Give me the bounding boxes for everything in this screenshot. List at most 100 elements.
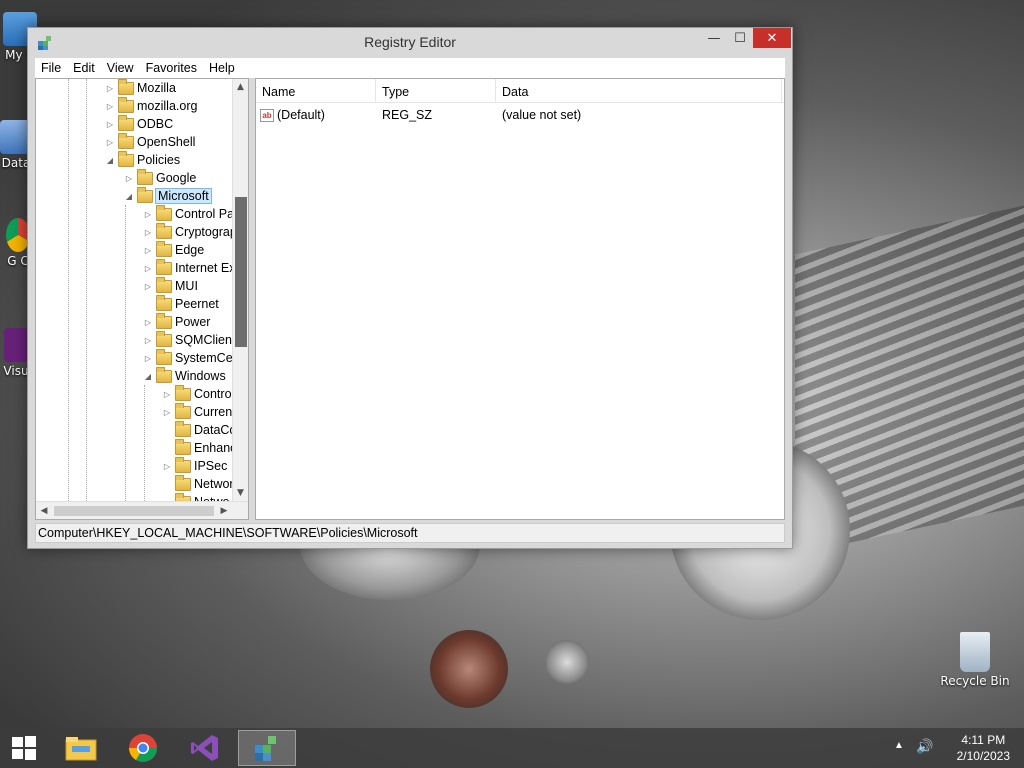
file-explorer-taskbar-button[interactable] xyxy=(52,730,110,766)
tree-expander-icon[interactable]: ▷ xyxy=(161,462,173,471)
tree-expander-icon[interactable]: ▷ xyxy=(104,120,116,129)
scroll-left-arrow-icon[interactable]: ◀ xyxy=(36,502,52,519)
tree-node[interactable]: DataCo xyxy=(161,420,232,439)
scroll-down-arrow-icon[interactable]: ▼ xyxy=(233,485,248,501)
registry-editor-icon xyxy=(255,736,276,761)
tree-node-label: Contro xyxy=(194,387,232,401)
desktop-icon-visual-studio[interactable]: Visu xyxy=(2,328,30,378)
values-list-pane[interactable]: Name Type Data ab (Default) REG_SZ (value… xyxy=(255,78,785,520)
value-row-default[interactable]: ab (Default) REG_SZ (value not set) xyxy=(256,105,784,125)
chrome-taskbar-button[interactable] xyxy=(114,730,172,766)
scroll-up-arrow-icon[interactable]: ▲ xyxy=(233,79,248,95)
tree-node[interactable]: ▷ Cryptograp xyxy=(142,222,232,241)
tree-node-label: Peernet xyxy=(175,297,219,311)
menu-file[interactable]: File xyxy=(35,61,67,75)
menu-edit[interactable]: Edit xyxy=(67,61,101,75)
tree-expander-icon[interactable]: ▷ xyxy=(123,174,135,183)
tree-expander-icon[interactable]: ▷ xyxy=(142,354,154,363)
registry-tree-pane[interactable]: ▷ Mozilla ▷ mozilla.org ▷ ODBC ▷ OpenShell ◢ Poli… xyxy=(35,78,249,520)
desktop-icon-label: Recycle Bin xyxy=(940,674,1010,688)
tree-node-label: IPSec xyxy=(194,459,228,473)
tree-node-label: Enhanc xyxy=(194,441,232,455)
tree-expander-icon[interactable]: ▷ xyxy=(142,246,154,255)
column-header-name[interactable]: Name xyxy=(256,79,376,102)
minimize-icon: — xyxy=(707,30,721,46)
tree-node[interactable]: ▷ ODBC xyxy=(104,114,173,133)
tree-expander-icon[interactable]: ▷ xyxy=(161,408,173,417)
tree-expander-icon[interactable]: ▷ xyxy=(142,336,154,345)
tree-node[interactable]: ▷ mozilla.org xyxy=(104,96,198,115)
folder-icon xyxy=(156,294,172,311)
tree-expander-icon[interactable]: ▷ xyxy=(142,264,154,273)
tree-node[interactable]: ◢ Policies xyxy=(104,150,180,169)
tree-vertical-scroll-thumb[interactable] xyxy=(235,197,247,347)
windows-logo-icon xyxy=(12,736,36,760)
registry-editor-window[interactable]: Registry Editor — ☐ ✕ File Edit View Fav… xyxy=(27,27,793,549)
column-header-data[interactable]: Data xyxy=(496,79,782,102)
maximize-button[interactable]: ☐ xyxy=(727,28,753,48)
tree-node[interactable]: ▷ Internet Ex xyxy=(142,258,232,277)
registry-editor-taskbar-button[interactable] xyxy=(238,730,296,766)
tree-guide-line xyxy=(144,385,145,501)
tree-vertical-scrollbar[interactable]: ▲ ▼ xyxy=(232,79,248,501)
tree-expander-icon[interactable]: ◢ xyxy=(123,192,135,201)
tree-node[interactable]: ▷ Contro xyxy=(161,384,232,403)
menu-favorites[interactable]: Favorites xyxy=(140,61,203,75)
tree-node[interactable]: Peernet xyxy=(142,294,219,313)
tree-node[interactable]: ▷ IPSec xyxy=(161,456,228,475)
show-hidden-icons-icon[interactable]: ▲ xyxy=(894,740,904,751)
tree-expander-icon[interactable]: ▷ xyxy=(142,210,154,219)
tree-node-label: Networ xyxy=(194,477,232,491)
folder-icon xyxy=(156,204,172,221)
column-header-type[interactable]: Type xyxy=(376,79,496,102)
tree-node[interactable]: Networ xyxy=(161,474,232,493)
folder-icon xyxy=(156,348,172,365)
tree-node[interactable]: ▷ MUI xyxy=(142,276,198,295)
start-button[interactable] xyxy=(0,728,48,768)
tree-node[interactable]: ▷ OpenShell xyxy=(104,132,195,151)
folder-icon xyxy=(156,330,172,347)
tree-horizontal-scrollbar[interactable]: ◀ ▶ xyxy=(36,501,248,519)
tree-expander-icon[interactable]: ▷ xyxy=(161,390,173,399)
tree-node[interactable]: ▷ SystemCer xyxy=(142,348,232,367)
volume-icon[interactable]: 🔊 xyxy=(916,738,933,755)
tree-node[interactable]: ◢ Windows xyxy=(142,366,226,385)
tree-node[interactable]: ▷ Power xyxy=(142,312,210,331)
tree-expander-icon[interactable]: ▷ xyxy=(142,228,154,237)
value-type: REG_SZ xyxy=(382,108,433,122)
tree-node[interactable]: ◢ Microsoft xyxy=(123,186,212,205)
tree-node[interactable]: ▷ Mozilla xyxy=(104,79,176,97)
tree-node-label: Microsoft xyxy=(155,188,212,204)
menu-view[interactable]: View xyxy=(101,61,140,75)
close-button[interactable]: ✕ xyxy=(753,28,791,48)
tree-node[interactable]: ▷ Control Pa xyxy=(142,204,232,223)
editor-content: ▷ Mozilla ▷ mozilla.org ▷ ODBC ▷ OpenShell ◢ Poli… xyxy=(35,78,785,520)
folder-icon xyxy=(118,79,134,95)
tree-node[interactable]: Netwo xyxy=(161,492,229,501)
title-bar[interactable]: Registry Editor — ☐ ✕ xyxy=(28,28,792,58)
menu-help[interactable]: Help xyxy=(203,61,241,75)
tree-expander-icon[interactable]: ▷ xyxy=(142,282,154,291)
tree-node[interactable]: ▷ SQMClient xyxy=(142,330,232,349)
tree-expander-icon[interactable]: ◢ xyxy=(142,372,154,381)
clock-time: 4:11 PM xyxy=(961,733,1006,747)
visual-studio-taskbar-button[interactable] xyxy=(176,730,234,766)
tree-node[interactable]: ▷ Edge xyxy=(142,240,204,259)
tree-horizontal-scroll-thumb[interactable] xyxy=(54,506,214,516)
minimize-button[interactable]: — xyxy=(701,28,727,48)
tree-node-label: mozilla.org xyxy=(137,99,198,113)
tree-expander-icon[interactable]: ◢ xyxy=(104,156,116,165)
tree-expander-icon[interactable]: ▷ xyxy=(104,102,116,111)
tree-expander-icon[interactable]: ▷ xyxy=(104,138,116,147)
tree-node-label: Internet Ex xyxy=(175,261,232,275)
tree-expander-icon[interactable]: ▷ xyxy=(142,318,154,327)
tree-node[interactable]: Enhanc xyxy=(161,438,232,457)
tree-node[interactable]: ▷ Current xyxy=(161,402,232,421)
tree-node-label: Control Pa xyxy=(175,207,232,221)
folder-icon xyxy=(175,474,191,491)
tree-node[interactable]: ▷ Google xyxy=(123,168,196,187)
tree-expander-icon[interactable]: ▷ xyxy=(104,84,116,93)
scroll-right-arrow-icon[interactable]: ▶ xyxy=(216,502,232,519)
clock[interactable]: 4:11 PM 2/10/2023 xyxy=(957,732,1010,764)
desktop-icon-recycle-bin[interactable]: Recycle Bin xyxy=(940,632,1010,688)
